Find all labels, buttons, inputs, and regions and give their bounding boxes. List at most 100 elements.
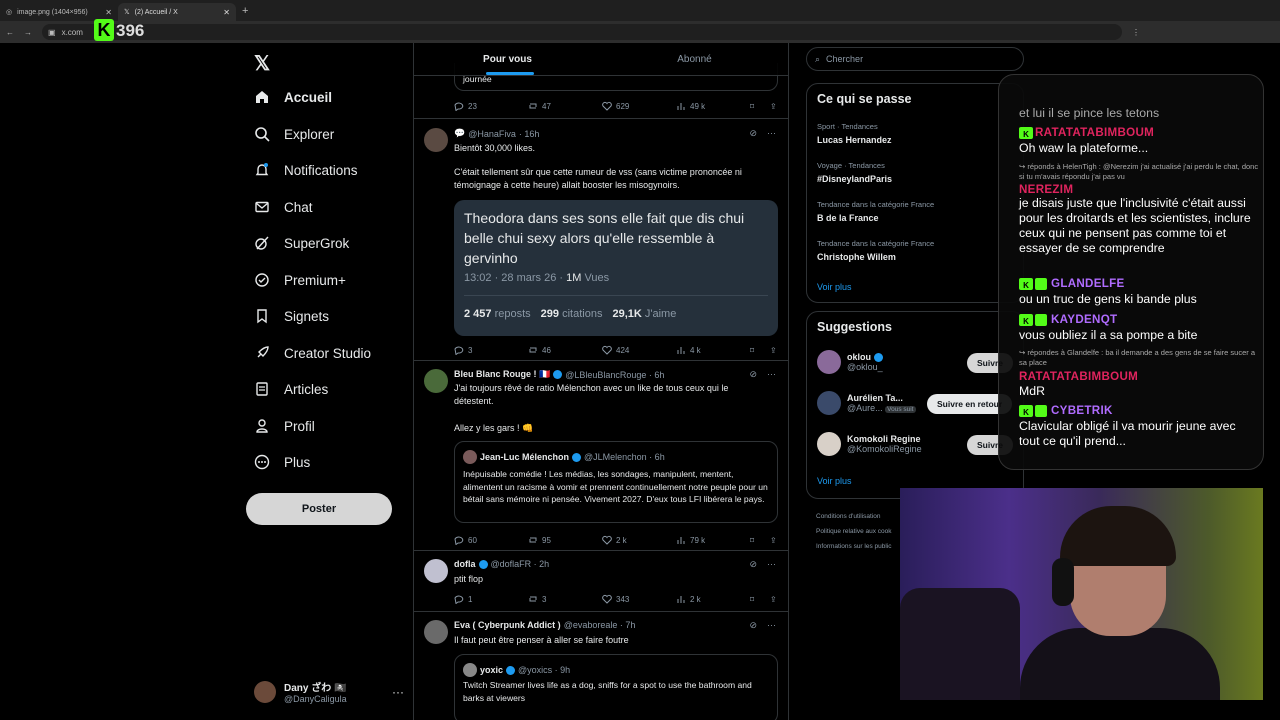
tab-pour-vous[interactable]: Pour vous: [414, 43, 601, 75]
site-info-icon[interactable]: ▣: [48, 28, 56, 37]
more-icon[interactable]: ···: [767, 559, 776, 570]
views-button[interactable]: 4 k: [676, 345, 750, 355]
tweet[interactable]: Eva ( Cyberpunk Addict ) @evaboreale · 7…: [414, 612, 788, 720]
sidebar-item-profil[interactable]: Profil: [254, 412, 315, 440]
timeline-tabs: Pour vous Abonné: [414, 43, 788, 76]
tweet-author[interactable]: dofla: [454, 559, 476, 569]
sidebar-item-accueil[interactable]: Accueil: [254, 83, 332, 111]
extensions-icon[interactable]: ⋮: [1132, 28, 1140, 37]
grok-icon[interactable]: ⊘: [749, 128, 757, 139]
share-icon[interactable]: ⇪: [770, 345, 782, 355]
reply-button[interactable]: 1: [454, 594, 528, 604]
repost-button[interactable]: 95: [528, 535, 602, 545]
reply-button[interactable]: 3: [454, 345, 528, 355]
suggestion-name: Aurélien Ta...: [847, 393, 903, 403]
suggestion-handle: @Aure...: [847, 403, 883, 413]
suggestions-panel: Suggestions oklou @oklou_ Suivre Aurélie…: [806, 311, 1024, 499]
like-button[interactable]: 343: [602, 594, 676, 604]
post-button[interactable]: Poster: [246, 493, 392, 525]
tweet-handle: @doflaFR · 2h: [490, 559, 550, 569]
tweet-author[interactable]: Eva ( Cyberpunk Addict ): [454, 620, 561, 630]
address-bar[interactable]: ▣ x.com: [42, 24, 1122, 40]
repost-button[interactable]: 47: [528, 101, 602, 111]
see-more-link[interactable]: Voir plus: [817, 476, 852, 486]
sidebar-item-supergrok[interactable]: SuperGrok: [254, 229, 349, 257]
quote-views-count: 1M: [566, 272, 582, 284]
reply-button[interactable]: 23: [454, 101, 528, 111]
sidebar-item-notifications[interactable]: Notifications: [254, 156, 358, 184]
like-button[interactable]: 629: [602, 101, 676, 111]
sidebar-item-label: Explorer: [284, 126, 335, 142]
tab-abonne[interactable]: Abonné: [601, 43, 788, 75]
more-icon[interactable]: ···: [767, 128, 776, 139]
trend-item[interactable]: Tendance dans la catégorie France B de l…: [817, 200, 934, 223]
trend-item[interactable]: Sport · Tendances Lucas Hernandez: [817, 122, 892, 145]
share-icon[interactable]: ⇪: [770, 535, 782, 545]
sidebar-item-explorer[interactable]: Explorer: [254, 120, 334, 148]
reply-button[interactable]: 60: [454, 535, 528, 545]
sidebar-item-premium[interactable]: Premium+: [254, 266, 346, 294]
more-icon[interactable]: ···: [767, 620, 776, 631]
like-count: 2 k: [616, 535, 627, 545]
tweet-actions: 60 95 2 k 79 k ⌑ ⇪: [454, 535, 782, 545]
sidebar-item-plus[interactable]: Plus: [254, 448, 310, 476]
trend-item[interactable]: Voyage · Tendances #DisneylandParis: [817, 161, 892, 184]
sidebar-item-creator-studio[interactable]: Creator Studio: [254, 339, 371, 367]
chat-user: K RATATATABIMBOUM: [1019, 125, 1259, 140]
see-more-link[interactable]: Voir plus: [817, 282, 852, 292]
browser-tab-x[interactable]: 𝕏 (2) Accueil / X ✕: [118, 3, 236, 21]
tweet[interactable]: dofla @doflaFR · 2h ⊘ ··· ptit flop 1 3 …: [414, 551, 788, 612]
more-icon[interactable]: ···: [767, 369, 776, 380]
footer-link[interactable]: Informations sur les public: [816, 539, 892, 554]
account-switcher[interactable]: Dany ざわ 🏴‍☠️ @DanyCaligula ···: [254, 679, 404, 704]
trend-item[interactable]: Tendance dans la catégorie France Christ…: [817, 239, 934, 262]
avatar[interactable]: [424, 559, 448, 583]
chat-message: MdR: [1019, 384, 1045, 398]
search-input[interactable]: ⌕ Chercher: [806, 47, 1024, 71]
bookmark-icon[interactable]: ⌑: [750, 345, 770, 355]
chat-username: GLANDELFE: [1051, 277, 1125, 290]
grok-icon[interactable]: ⊘: [749, 620, 757, 631]
grok-icon[interactable]: ⊘: [749, 559, 757, 570]
share-icon[interactable]: ⇪: [770, 594, 782, 604]
tweet[interactable]: Bleu Blanc Rouge ! 🇫🇷 @LBleuBlancRouge ·…: [414, 361, 788, 551]
x-logo-icon[interactable]: 𝕏: [254, 51, 270, 76]
views-button[interactable]: 79 k: [676, 535, 750, 545]
repost-button[interactable]: 3: [528, 594, 602, 604]
more-icon[interactable]: ···: [392, 685, 404, 699]
trend-context: Tendance dans la catégorie France: [817, 200, 935, 209]
home-icon: [256, 91, 268, 103]
views-button[interactable]: 2 k: [676, 594, 750, 604]
grok-icon[interactable]: ⊘: [749, 369, 757, 380]
bookmark-icon[interactable]: ⌑: [750, 594, 770, 604]
avatar[interactable]: [424, 128, 448, 152]
like-button[interactable]: 424: [602, 345, 676, 355]
sidebar-item-chat[interactable]: Chat: [254, 193, 313, 221]
footer-link[interactable]: Conditions d'utilisation: [816, 509, 892, 524]
chat-user: NEREZIM: [1019, 182, 1259, 197]
footer-link[interactable]: Politique relative aux cook: [816, 524, 892, 539]
like-button[interactable]: 2 k: [602, 535, 676, 545]
chair-shape: [900, 588, 1020, 700]
quote-card[interactable]: yoxic @yoxics · 9h Twitch Streamer lives…: [454, 654, 778, 720]
new-tab-icon[interactable]: +: [242, 5, 248, 17]
close-icon[interactable]: ✕: [105, 8, 112, 17]
bookmark-icon[interactable]: ⌑: [750, 535, 770, 545]
back-icon[interactable]: ←: [6, 28, 14, 37]
tweet-author[interactable]: @HanaFiva: [468, 129, 516, 139]
quote-card[interactable]: Theodora dans ses sons elle fait que dis…: [454, 200, 778, 336]
tweet[interactable]: 💬 @HanaFiva · 16h ⊘ ··· Bientôt 30,000 l…: [414, 120, 788, 361]
bookmark-icon[interactable]: ⌑: [750, 101, 770, 111]
quote-card[interactable]: Jean-Luc Mélenchon @JLMelenchon · 6h Iné…: [454, 441, 778, 523]
share-icon[interactable]: ⇪: [770, 101, 782, 111]
heart-icon: [602, 345, 612, 355]
close-icon[interactable]: ✕: [223, 8, 230, 17]
views-button[interactable]: 49 k: [676, 101, 750, 111]
tweet-author[interactable]: Bleu Blanc Rouge ! 🇫🇷: [454, 369, 550, 380]
repost-button[interactable]: 46: [528, 345, 602, 355]
sidebar-item-articles[interactable]: Articles: [254, 375, 328, 403]
sidebar-item-signets[interactable]: Signets: [254, 302, 329, 330]
avatar[interactable]: [424, 369, 448, 393]
forward-icon[interactable]: →: [24, 28, 32, 37]
avatar[interactable]: [424, 620, 448, 644]
